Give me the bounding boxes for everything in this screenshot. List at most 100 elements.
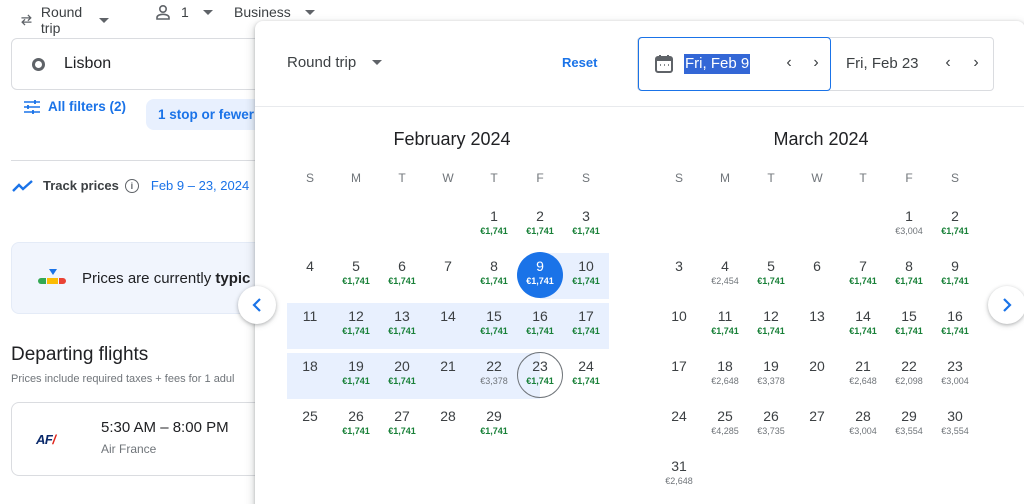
day-number: 25 xyxy=(717,408,733,424)
weekday-label: S xyxy=(581,171,590,185)
trip-type-select[interactable]: Round trip xyxy=(20,4,110,36)
flight-result-item[interactable]: AF/ 5:30 AM – 8:00 PM Air France xyxy=(11,402,271,476)
calendar-day[interactable]: 25 xyxy=(287,401,333,451)
calendar-day[interactable]: 15 €1,741 xyxy=(471,301,517,351)
calendar-day[interactable]: 19 €1,741 xyxy=(333,351,379,401)
calendar-day[interactable]: 23 €1,741 xyxy=(517,351,563,401)
calendar-day[interactable]: 23 €3,004 xyxy=(932,351,978,401)
calendar-day[interactable]: 24 xyxy=(656,401,702,451)
departure-prev-day-button[interactable]: ‹ xyxy=(781,55,797,71)
trending-line-icon xyxy=(12,179,33,192)
return-prev-day-button[interactable]: ‹ xyxy=(940,55,956,71)
calendar-day[interactable]: 2 €1,741 xyxy=(932,201,978,251)
calendar-day[interactable]: 20 xyxy=(794,351,840,401)
calendar-day[interactable]: 14 xyxy=(425,301,471,351)
calendar-day[interactable]: 11 xyxy=(287,301,333,351)
date-fields: Fri, Feb 9 ‹ › Fri, Feb 23 ‹ › xyxy=(637,37,994,91)
empty-day-cell xyxy=(379,201,425,251)
calendar-day[interactable]: 26 €1,741 xyxy=(333,401,379,451)
day-price: €1,741 xyxy=(757,276,785,286)
return-next-day-button[interactable]: › xyxy=(968,55,984,71)
calendar-day[interactable]: 22 €2,098 xyxy=(886,351,932,401)
all-filters-button[interactable]: All filters (2) xyxy=(24,99,126,114)
calendar-day[interactable]: 30 €3,554 xyxy=(932,401,978,451)
month-title: February 2024 xyxy=(393,129,511,149)
calendar-day[interactable]: 6 xyxy=(794,251,840,301)
calendar-day[interactable]: 31 €2,648 xyxy=(656,451,702,501)
calendar-day[interactable]: 8 €1,741 xyxy=(471,251,517,301)
meter-typical-segment xyxy=(47,278,58,284)
cabin-class-select[interactable]: Business xyxy=(234,4,315,20)
day-number: 18 xyxy=(717,358,733,374)
calendar-day[interactable]: 12 €1,741 xyxy=(333,301,379,351)
dialog-trip-type-select[interactable]: Round trip xyxy=(287,54,383,71)
info-icon[interactable]: i xyxy=(124,178,139,193)
previous-month-button[interactable] xyxy=(238,286,276,324)
calendar-day[interactable]: 14 €1,741 xyxy=(840,301,886,351)
price-insight-card[interactable]: Prices are currently typic xyxy=(11,242,271,314)
calendar-day[interactable]: 29 €1,741 xyxy=(471,401,517,451)
calendar-day[interactable]: 9 €1,741 xyxy=(517,251,563,301)
calendar-day[interactable]: 8 €1,741 xyxy=(886,251,932,301)
calendar-day[interactable]: 21 xyxy=(425,351,471,401)
day-number: 26 xyxy=(763,408,779,424)
calendar-day[interactable]: 4 xyxy=(287,251,333,301)
calendar-day[interactable]: 12 €1,741 xyxy=(748,301,794,351)
calendar-day[interactable]: 16 €1,741 xyxy=(517,301,563,351)
day-price: €1,741 xyxy=(342,426,370,436)
day-number: 31 xyxy=(671,458,687,474)
calendar-day[interactable]: 1 €1,741 xyxy=(471,201,517,251)
calendar-day[interactable]: 18 €2,648 xyxy=(702,351,748,401)
passengers-select[interactable]: 1 xyxy=(155,4,213,20)
calendar-day[interactable]: 13 €1,741 xyxy=(379,301,425,351)
calendar-day[interactable]: 10 xyxy=(656,301,702,351)
calendar-day[interactable]: 4 €2,454 xyxy=(702,251,748,301)
calendar-day[interactable]: 13 xyxy=(794,301,840,351)
stops-filter-chip[interactable]: 1 stop or fewer xyxy=(146,99,266,130)
calendar-day[interactable]: 28 xyxy=(425,401,471,451)
calendar-day[interactable]: 27 €1,741 xyxy=(379,401,425,451)
next-month-button[interactable] xyxy=(988,286,1024,324)
weekday-label: M xyxy=(351,171,361,185)
calendar-day[interactable]: 20 €1,741 xyxy=(379,351,425,401)
day-number: 17 xyxy=(671,358,687,374)
day-number: 1 xyxy=(490,208,498,224)
empty-day-cell xyxy=(517,401,563,451)
calendar-day[interactable]: 16 €1,741 xyxy=(932,301,978,351)
calendar-day[interactable]: 2 €1,741 xyxy=(517,201,563,251)
calendar-day[interactable]: 18 xyxy=(287,351,333,401)
calendar-day[interactable]: 11 €1,741 xyxy=(702,301,748,351)
empty-day-cell xyxy=(794,201,840,251)
day-price: €3,004 xyxy=(849,426,877,436)
calendar-day[interactable]: 3 €1,741 xyxy=(563,201,609,251)
calendar-day[interactable]: 1 €3,004 xyxy=(886,201,932,251)
departure-date-input[interactable]: Fri, Feb 9 ‹ › xyxy=(638,37,831,91)
day-number: 19 xyxy=(763,358,779,374)
calendar-day[interactable]: 24 €1,741 xyxy=(563,351,609,401)
reset-button[interactable]: Reset xyxy=(562,55,597,70)
calendar-day[interactable]: 5 €1,741 xyxy=(333,251,379,301)
departure-next-day-button[interactable]: › xyxy=(808,55,824,71)
calendar-day[interactable]: 28 €3,004 xyxy=(840,401,886,451)
calendar-day[interactable]: 26 €3,735 xyxy=(748,401,794,451)
calendar-day[interactable]: 7 xyxy=(425,251,471,301)
calendar-day[interactable]: 17 €1,741 xyxy=(563,301,609,351)
calendar-day[interactable]: 29 €3,554 xyxy=(886,401,932,451)
calendar-day[interactable]: 25 €4,285 xyxy=(702,401,748,451)
calendar-day[interactable]: 10 €1,741 xyxy=(563,251,609,301)
calendar-day[interactable]: 22 €3,378 xyxy=(471,351,517,401)
calendar-day[interactable]: 6 €1,741 xyxy=(379,251,425,301)
day-price: €1,741 xyxy=(342,376,370,386)
calendar-day[interactable]: 9 €1,741 xyxy=(932,251,978,301)
calendar-day[interactable]: 17 xyxy=(656,351,702,401)
origin-input[interactable]: Lisbon xyxy=(11,38,271,90)
day-price: €1,741 xyxy=(388,326,416,336)
calendar-day[interactable]: 7 €1,741 xyxy=(840,251,886,301)
calendar-day[interactable]: 19 €3,378 xyxy=(748,351,794,401)
calendar-day[interactable]: 27 xyxy=(794,401,840,451)
calendar-day[interactable]: 3 xyxy=(656,251,702,301)
calendar-day[interactable]: 21 €2,648 xyxy=(840,351,886,401)
calendar-day[interactable]: 15 €1,741 xyxy=(886,301,932,351)
flight-times: 5:30 AM – 8:00 PM xyxy=(101,419,229,436)
calendar-day[interactable]: 5 €1,741 xyxy=(748,251,794,301)
